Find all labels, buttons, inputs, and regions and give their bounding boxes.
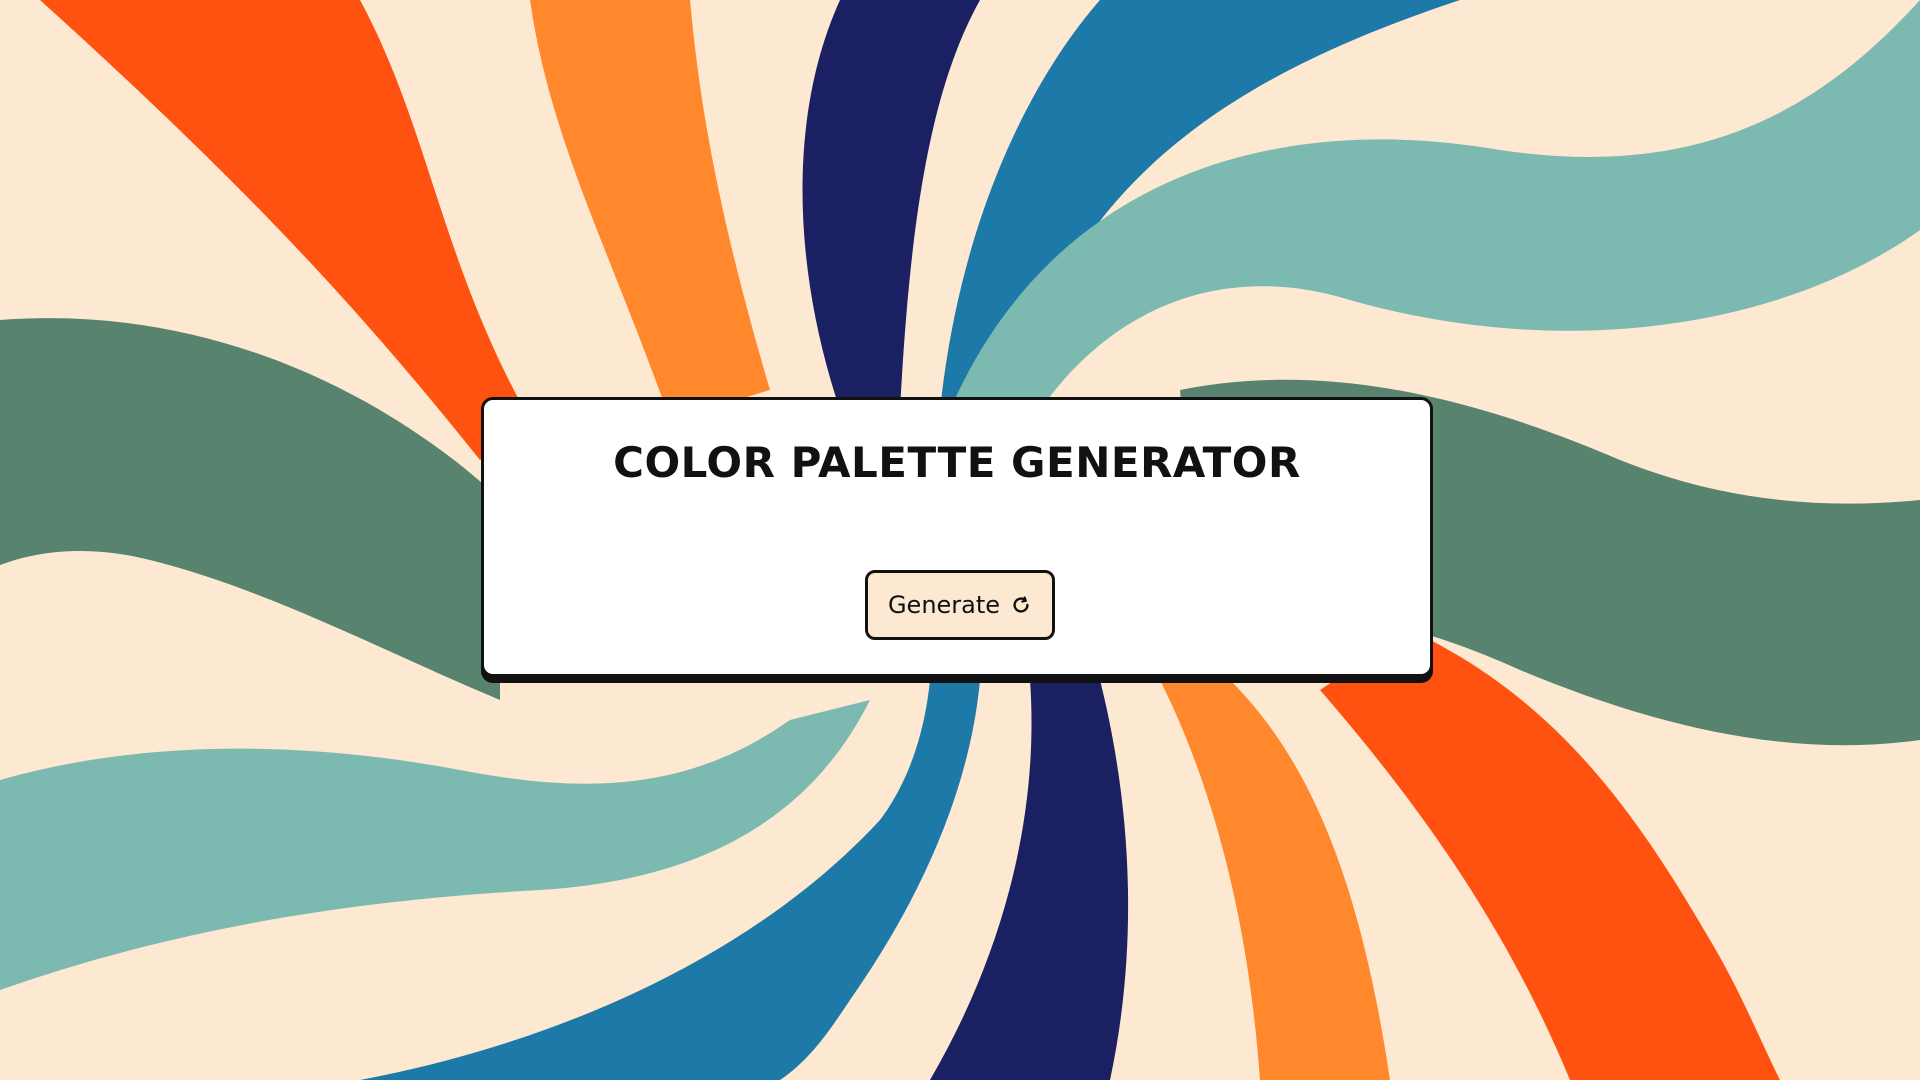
swirl-stripe-orange-bottom	[1160, 680, 1390, 1080]
swirl-stripe-orange-top	[530, 0, 770, 420]
refresh-icon	[1010, 594, 1032, 616]
generate-button[interactable]: Generate	[865, 570, 1055, 640]
generate-button-label: Generate	[887, 591, 1001, 619]
page-title: COLOR PALETTE GENERATOR	[613, 438, 1301, 487]
palette-generator-card: COLOR PALETTE GENERATOR Generate	[481, 397, 1433, 677]
